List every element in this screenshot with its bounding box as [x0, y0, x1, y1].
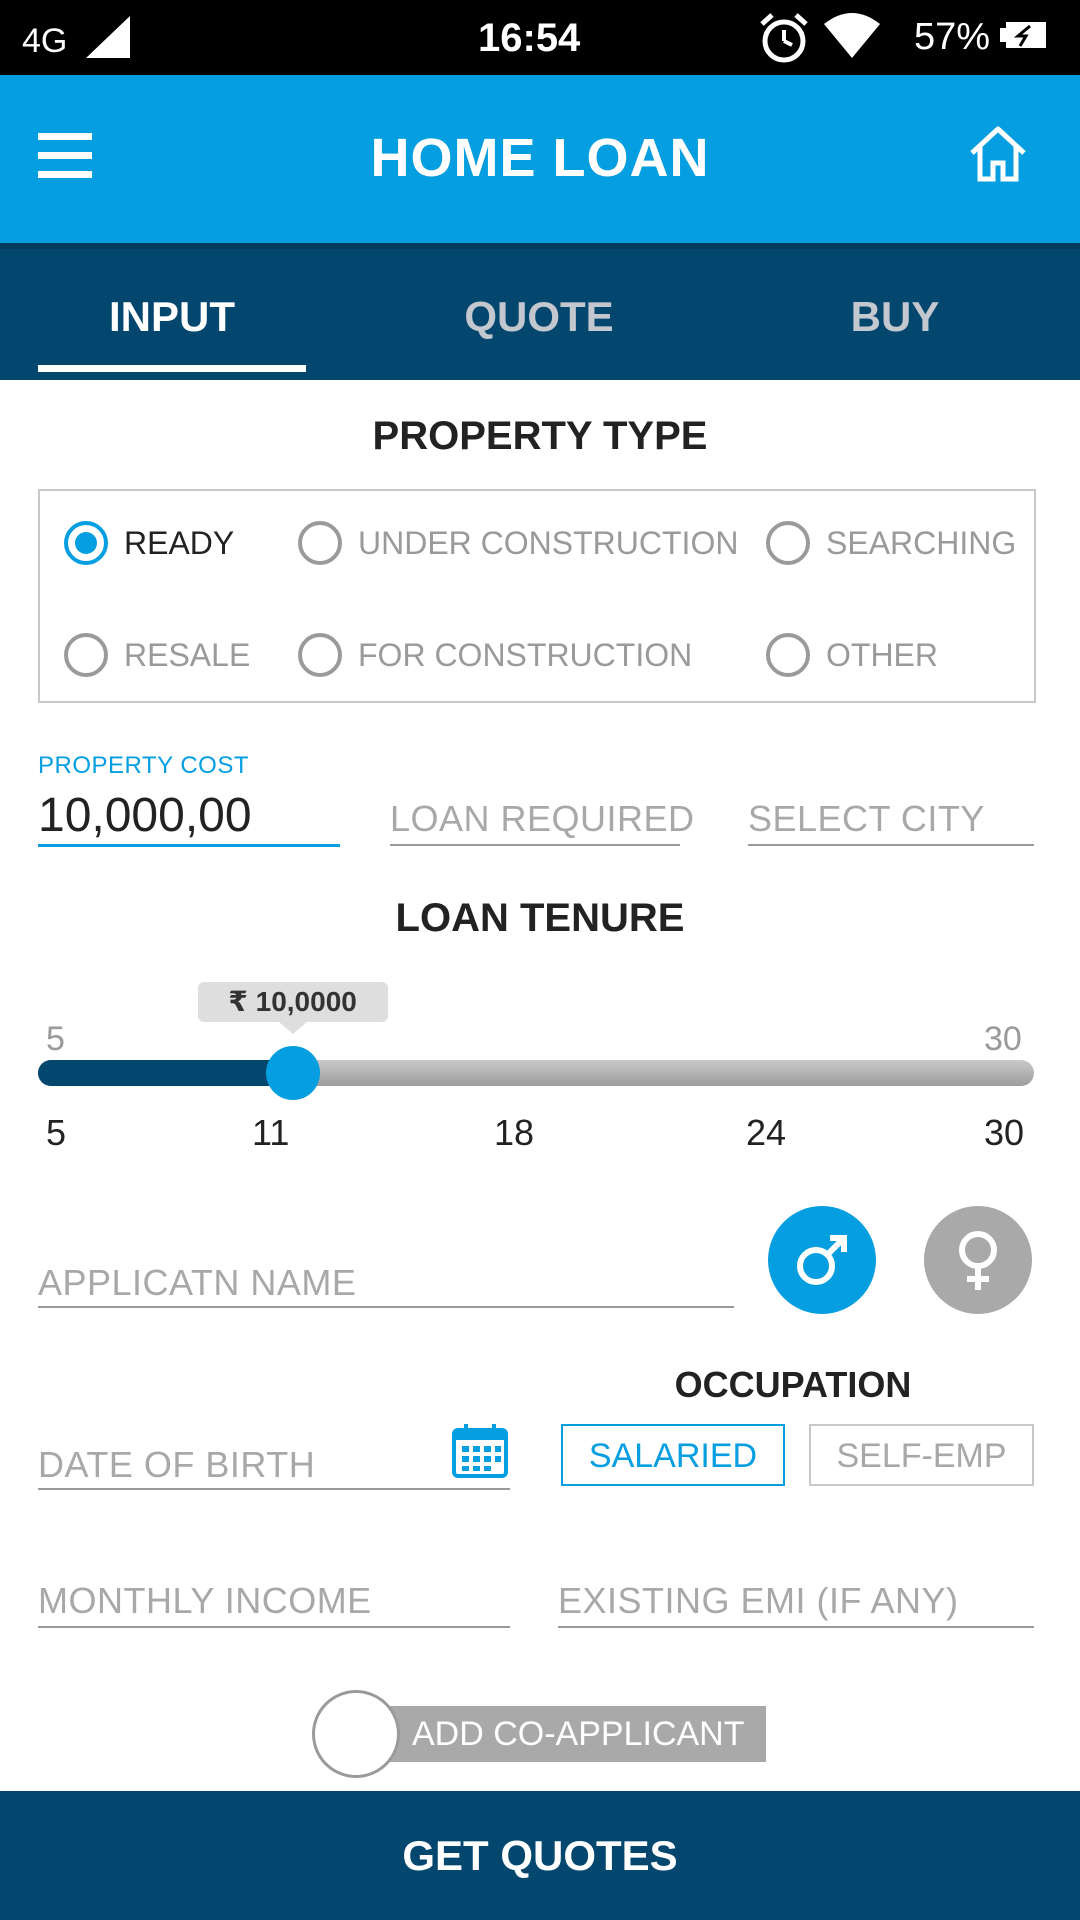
- date-of-birth-underline: [38, 1488, 510, 1490]
- property-cost-label: PROPERTY COST: [38, 752, 249, 779]
- occupation-self-emp-button[interactable]: SELF-EMP: [809, 1424, 1034, 1486]
- occupation-heading: OCCUPATION: [674, 1364, 912, 1405]
- loan-required-underline: [390, 844, 680, 846]
- radio-other[interactable]: [766, 633, 810, 677]
- radio-searching[interactable]: [766, 521, 810, 565]
- occupation-salaried-button[interactable]: SALARIED: [561, 1424, 785, 1486]
- male-button[interactable]: [768, 1206, 876, 1314]
- tenure-slider-thumb[interactable]: [265, 1046, 320, 1100]
- applicant-name-input[interactable]: APPLICATN NAME: [38, 1262, 356, 1304]
- radio-under-construction[interactable]: [298, 521, 342, 565]
- tenure-tick-label: 11: [252, 1112, 290, 1153]
- get-quotes-button[interactable]: GET QUOTES: [0, 1791, 1080, 1920]
- tab-buy[interactable]: BUY: [760, 293, 1030, 341]
- signal-icon: [86, 16, 130, 58]
- slider-max-label: 30: [984, 1020, 1022, 1058]
- tenure-tick-label: 18: [494, 1112, 535, 1153]
- page-title: HOME LOAN: [370, 128, 710, 188]
- select-city-underline: [748, 844, 1034, 846]
- clock: 16:54: [478, 16, 581, 60]
- app-bar: HOME LOAN: [0, 75, 1080, 243]
- slider-bubble-pointer: [278, 1022, 307, 1034]
- alarm-icon: [760, 13, 808, 63]
- radio-ready[interactable]: [64, 521, 108, 565]
- monthly-income-underline: [38, 1626, 510, 1628]
- property-type-group: READY UNDER CONSTRUCTION SEARCHING RESAL…: [38, 489, 1036, 703]
- battery-icon: [1000, 22, 1046, 48]
- select-city-input[interactable]: SELECT CITY: [748, 798, 985, 840]
- tenure-tick-label: 24: [746, 1112, 787, 1153]
- wifi-icon: [824, 13, 880, 58]
- tab-quote[interactable]: QUOTE: [400, 293, 678, 341]
- tab-bar: INPUT QUOTE BUY: [0, 243, 1080, 380]
- slider-min-label: 5: [46, 1020, 65, 1058]
- radio-ready-label[interactable]: READY: [124, 525, 234, 562]
- calendar-icon[interactable]: [450, 1420, 510, 1480]
- radio-for-construction-label[interactable]: FOR CONSTRUCTION: [358, 637, 692, 674]
- add-co-applicant-toggle[interactable]: ADD CO-APPLICANT: [390, 1706, 766, 1762]
- radio-under-construction-label[interactable]: UNDER CONSTRUCTION: [358, 525, 738, 562]
- female-icon: [959, 1231, 997, 1290]
- monthly-income-input[interactable]: MONTHLY INCOME: [38, 1580, 372, 1622]
- home-icon[interactable]: [966, 123, 1030, 185]
- loan-tenure-heading: LOAN TENURE: [395, 896, 685, 940]
- tenure-tick-label: 30: [984, 1112, 1025, 1153]
- loan-required-input[interactable]: LOAN REQUIRED: [390, 798, 695, 840]
- male-icon: [797, 1235, 847, 1285]
- property-type-heading: PROPERTY TYPE: [372, 414, 708, 458]
- battery-percent: 57%: [914, 16, 991, 58]
- radio-other-label[interactable]: OTHER: [826, 637, 938, 674]
- existing-emi-underline: [558, 1626, 1034, 1628]
- applicant-name-underline: [38, 1306, 734, 1308]
- property-cost-input[interactable]: 10,000,00: [38, 788, 252, 843]
- date-of-birth-input[interactable]: DATE OF BIRTH: [38, 1444, 315, 1486]
- tab-input[interactable]: INPUT: [38, 293, 306, 341]
- status-bar: 4G 16:54 57%: [0, 0, 1080, 75]
- radio-searching-label[interactable]: SEARCHING: [826, 525, 1016, 562]
- radio-for-construction[interactable]: [298, 633, 342, 677]
- radio-resale[interactable]: [64, 633, 108, 677]
- tenure-slider-fill: [38, 1060, 293, 1086]
- network-type: 4G: [22, 22, 68, 60]
- existing-emi-input[interactable]: EXISTING EMI (IF ANY): [558, 1580, 959, 1622]
- female-button[interactable]: [924, 1206, 1032, 1314]
- slider-value-bubble: ₹ 10,0000: [197, 982, 388, 1022]
- radio-resale-label[interactable]: RESALE: [124, 637, 250, 674]
- tenure-tick-label: 5: [46, 1112, 67, 1153]
- property-cost-underline: [38, 844, 340, 847]
- co-applicant-toggle-knob[interactable]: [312, 1690, 400, 1778]
- active-tab-indicator: [38, 365, 306, 372]
